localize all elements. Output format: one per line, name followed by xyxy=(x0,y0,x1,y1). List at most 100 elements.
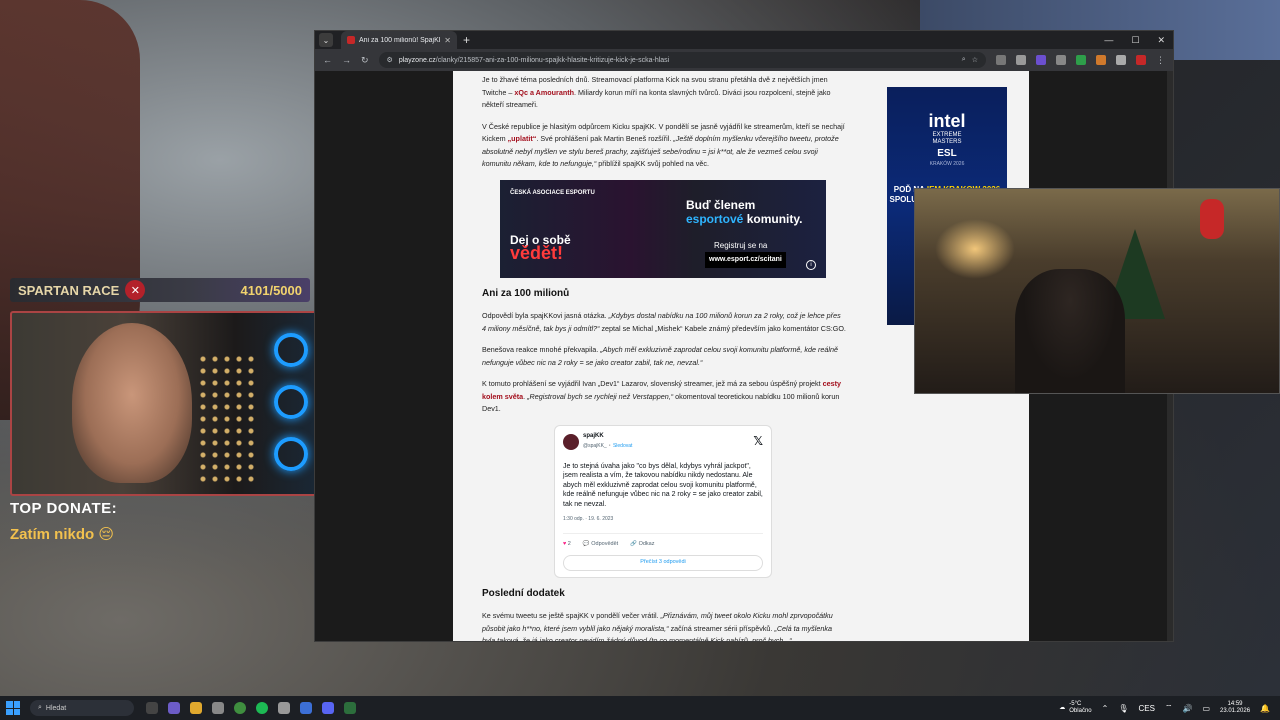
ad-url[interactable]: www.esport.cz/scitani xyxy=(705,251,786,268)
ad-slogan: Dej o sobě vědět! xyxy=(510,233,571,263)
goal-progress: 4101/5000 xyxy=(240,282,302,298)
esport-ad-banner[interactable]: ČESKÁ ASOCIACE ESPORTU Dej o sobě vědět!… xyxy=(500,179,826,278)
ad-slogan-line2: vědět! xyxy=(510,242,564,263)
file-explorer-icon[interactable] xyxy=(190,702,202,714)
ad-headline: Buď členem esportové komunity. xyxy=(686,198,802,226)
app-icon[interactable] xyxy=(278,702,290,714)
notifications-icon[interactable]: 🔔 xyxy=(1260,704,1270,713)
ad-register: Registruj se na xyxy=(714,240,768,250)
language-indicator[interactable]: CES xyxy=(1138,704,1154,713)
text: Odpovědí byla spajKKovi jasná otázka. xyxy=(482,311,607,320)
paragraph: K tomuto prohlášení se vyjádřil Ivan „De… xyxy=(482,378,846,416)
app-icon[interactable] xyxy=(300,702,312,714)
weather-temp: -5°C xyxy=(1069,701,1082,707)
teams-icon[interactable] xyxy=(168,702,180,714)
ad-headline-line1: Buď členem xyxy=(686,197,756,212)
menu-icon[interactable]: ⋮ xyxy=(1156,55,1165,66)
tab-article[interactable]: Ani za 100 milionů! SpajKK hlási ✕ xyxy=(341,31,457,49)
streamer-webcam xyxy=(10,311,333,496)
chrome-icon[interactable] xyxy=(234,702,246,714)
extension-icon[interactable] xyxy=(1016,55,1026,65)
lamp-glow xyxy=(935,219,1015,279)
puzzle-icon[interactable] xyxy=(1116,55,1126,65)
intel-logo: intel xyxy=(928,111,966,131)
santa-decoration xyxy=(1200,199,1224,239)
spotify-icon[interactable] xyxy=(256,702,268,714)
esl-logo: ESL xyxy=(937,148,957,159)
maximize-icon[interactable]: ☐ xyxy=(1131,35,1139,46)
microphone-icon[interactable]: 🎙 xyxy=(1118,704,1128,713)
paragraph: Je to žhavé téma posledních dnů. Streamo… xyxy=(482,74,846,112)
read-replies-button[interactable]: Přečíst 3 odpovědi xyxy=(563,555,763,571)
tweet-header: spajKK @spajKK_ · Sledovat 𝕏 xyxy=(563,432,763,452)
reply-button[interactable]: 💬 Odpovědět xyxy=(583,540,618,550)
system-tray: ☁ -5°C Oblačno ⌃ 🎙 CES ⌔ 🔊 ▭ 14:59 23.01… xyxy=(1059,701,1280,715)
like-button[interactable]: ♥ 2 xyxy=(563,540,571,550)
address-bar[interactable]: ⚙ playzone.cz/clanky/215857-ani-za-100-m… xyxy=(378,52,986,68)
pc-fan-icon xyxy=(274,333,308,367)
paragraph: Ke svému tweetu se ještě spajKK v ponděl… xyxy=(482,610,846,641)
zoom-icon[interactable]: ⌕ xyxy=(962,56,966,64)
url-domain: playzone.cz xyxy=(398,56,436,64)
tab-search-icon[interactable]: ⌄ xyxy=(319,33,333,47)
like-count: 2 xyxy=(567,540,571,547)
x-logo-icon[interactable]: 𝕏 xyxy=(753,435,763,446)
top-donate-title: TOP DONATE: xyxy=(10,500,118,517)
battery-icon[interactable]: ▭ xyxy=(1202,704,1210,713)
tweet-date[interactable]: 1:30 odp. · 19. 6. 2023 xyxy=(563,515,763,525)
bookmark-star-icon[interactable]: ☆ xyxy=(972,56,978,64)
copy-label: Odkaz xyxy=(638,540,655,547)
extension-icon[interactable] xyxy=(996,55,1006,65)
profile-icon[interactable] xyxy=(1136,55,1146,65)
start-button[interactable] xyxy=(6,701,20,715)
minimize-icon[interactable]: — xyxy=(1104,35,1113,46)
new-tab-icon[interactable]: + xyxy=(463,33,470,47)
avatar[interactable] xyxy=(563,433,579,450)
tab-bar: ⌄ Ani za 100 milionů! SpajKK hlási ✕ + —… xyxy=(315,31,1173,49)
link-icon: 🔗 xyxy=(630,540,638,547)
event-line2: MASTERS xyxy=(932,139,962,145)
weather-desc: Oblačno xyxy=(1069,708,1092,714)
tweet-text: Je to stejná úvaha jako "co bys dělal, k… xyxy=(563,462,763,508)
taskbar-search[interactable]: ⌕ Hledat xyxy=(30,700,134,716)
tray-chevron-icon[interactable]: ⌃ xyxy=(1102,704,1109,713)
extension-icon[interactable] xyxy=(1076,55,1086,65)
christmas-lights xyxy=(197,353,257,483)
heart-icon: ♥ xyxy=(563,540,567,547)
clock[interactable]: 14:59 23.01.2026 xyxy=(1220,701,1250,715)
extension-icon[interactable] xyxy=(1096,55,1106,65)
event-name: EXTREME MASTERS xyxy=(887,132,1007,146)
text: začíná streamer sérii příspěvků. xyxy=(670,623,773,633)
embedded-tweet[interactable]: spajKK @spajKK_ · Sledovat 𝕏 Je to stejn… xyxy=(554,424,772,578)
task-view-icon[interactable] xyxy=(146,702,158,714)
site-info-icon[interactable]: ⚙ xyxy=(387,56,393,64)
volume-icon[interactable]: 🔊 xyxy=(1182,704,1192,713)
reload-icon[interactable]: ↻ xyxy=(361,55,369,66)
ad-info-icon[interactable]: i xyxy=(806,259,816,270)
extension-icon[interactable] xyxy=(1056,55,1066,65)
obs-icon[interactable] xyxy=(344,702,356,714)
text: . xyxy=(523,391,526,401)
tab-title: Ani za 100 milionů! SpajKK hlási xyxy=(359,36,440,44)
link-uplatit[interactable]: „uplatit“ xyxy=(508,134,537,143)
extension-icon[interactable] xyxy=(1036,55,1046,65)
forward-icon[interactable]: → xyxy=(342,55,351,65)
network-icon[interactable]: ⌔ xyxy=(1165,703,1173,713)
search-placeholder: Hledat xyxy=(45,704,67,712)
back-icon[interactable]: ← xyxy=(323,55,332,65)
follow-button[interactable]: Sledovat xyxy=(613,443,632,449)
pc-fan-icon xyxy=(274,437,308,471)
tweet-author-name[interactable]: spajKK xyxy=(583,432,632,442)
link-xqc-amouranth[interactable]: xQc a Amouranth xyxy=(514,88,574,97)
reply-label: Odpovědět xyxy=(591,540,619,547)
text: . Své prohlášení pak Martin Beneš rozšíř… xyxy=(536,134,672,143)
store-icon[interactable] xyxy=(212,702,224,714)
pinned-apps xyxy=(146,702,356,714)
clock-time: 14:59 xyxy=(1227,701,1243,707)
weather-widget[interactable]: ☁ -5°C Oblačno xyxy=(1059,701,1091,715)
copy-link-button[interactable]: 🔗 Odkaz xyxy=(630,540,654,550)
ad-org: ČESKÁ ASOCIACE ESPORTU xyxy=(510,189,595,196)
close-window-icon[interactable]: ✕ xyxy=(1157,35,1165,46)
close-tab-icon[interactable]: ✕ xyxy=(444,36,451,45)
discord-icon[interactable] xyxy=(322,702,334,714)
